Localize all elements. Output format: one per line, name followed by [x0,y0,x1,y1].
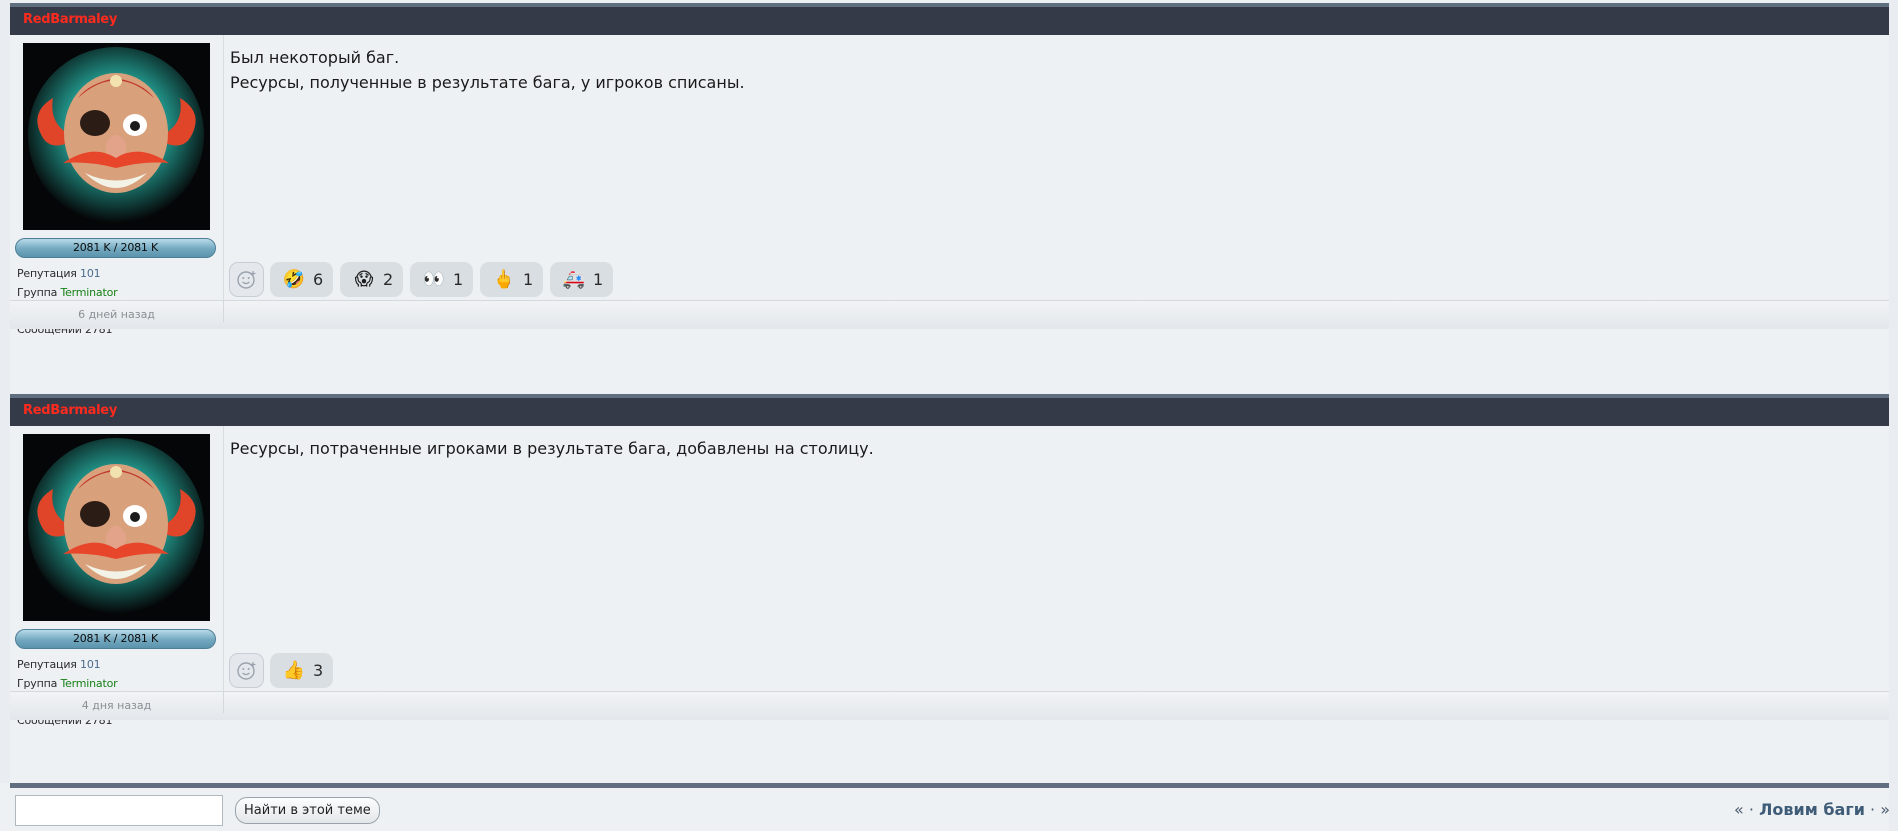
nav-separator: · [1870,800,1876,819]
nav-separator: · [1748,800,1755,819]
forum-link[interactable]: Ловим баги [1759,800,1865,819]
group-label: Группа [17,286,58,299]
author-name[interactable]: RedBarmaley [23,403,117,418]
eyes-emoji-icon: 👀 [422,269,446,290]
group-label: Группа [17,677,58,690]
reaction-chip[interactable]: 👍 3 [270,653,334,688]
smiley-add-icon [236,661,255,680]
hp-text: 2081 K / 2081 K [72,241,159,254]
hp-bar: 2081 K / 2081 K [15,629,216,649]
post-text-line: Ресурсы, потраченные игроками в результа… [230,439,874,458]
hp-bar: 2081 K / 2081 K [15,238,216,258]
finger-emoji-icon: 🖕 [492,269,516,290]
post-body: 2081 K / 2081 K Репутация 101 Группа Ter… [10,35,1889,336]
post: RedBarmaley 2081 K / 2081 K Репутация 10… [10,394,1889,727]
ambulance-emoji-icon: 🚑 [562,269,586,290]
post: RedBarmaley 2081 K / 2081 K Репутация 10… [10,3,1889,336]
author-panel: 2081 K / 2081 K Репутация 101 Группа Ter… [10,35,224,336]
group-value: Terminator [60,677,118,690]
topic-search-input[interactable] [15,795,223,826]
bottom-divider [10,783,1889,788]
reaction-chip[interactable]: 👀 1 [410,262,474,297]
post-body: 2081 K / 2081 K Репутация 101 Группа Ter… [10,426,1889,727]
reputation-row: Репутация 101 [17,264,117,283]
post-content: Ресурсы, потраченные игроками в результа… [230,436,1879,461]
reputation-row: Репутация 101 [17,655,117,674]
reaction-chip[interactable]: 🚑 1 [550,262,614,297]
add-reaction-button[interactable] [229,653,264,688]
reputation-label: Репутация [17,267,77,280]
search-in-topic-button[interactable]: Найти в этой теме [235,797,380,824]
reaction-count: 2 [383,270,394,289]
reputation-value[interactable]: 101 [80,658,101,671]
reputation-label: Репутация [17,658,77,671]
post-content: Был некоторый баг. Ресурсы, полученные в… [230,45,1879,95]
reputation-value[interactable]: 101 [80,267,101,280]
next-topic-link[interactable]: » [1880,800,1890,819]
post-footer: 6 дней назад [10,300,1889,329]
reaction-chip[interactable]: 🖕 1 [480,262,544,297]
reaction-chip[interactable]: 😱 2 [340,262,404,297]
smiley-add-icon [236,270,255,289]
scream-emoji-icon: 😱 [354,269,374,290]
post-date[interactable]: 4 дня назад [10,692,224,713]
rofl-emoji-icon: 🤣 [282,269,306,290]
thumbs-up-emoji-icon: 👍 [282,660,306,681]
post-text-line: Был некоторый баг. [230,48,400,67]
post-text-line: Ресурсы, полученные в результате бага, у… [230,73,745,92]
add-reaction-button[interactable] [229,262,264,297]
post-footer: 4 дня назад [10,691,1889,720]
reaction-count: 1 [523,270,534,289]
reaction-chip[interactable]: 🤣 6 [270,262,334,297]
reaction-count: 1 [593,270,604,289]
post-date[interactable]: 6 дней назад [10,301,224,322]
author-name[interactable]: RedBarmaley [23,12,117,27]
group-value: Terminator [60,286,118,299]
hp-text: 2081 K / 2081 K [72,632,159,645]
author-panel: 2081 K / 2081 K Репутация 101 Группа Ter… [10,426,224,727]
reaction-count: 6 [313,270,324,289]
reaction-count: 1 [453,270,464,289]
prev-topic-link[interactable]: « [1734,800,1744,819]
avatar[interactable] [23,43,210,230]
topic-navigation: « · Ловим баги · » [1734,800,1890,819]
reaction-count: 3 [313,661,324,680]
topic-page: RedBarmaley 2081 K / 2081 K Репутация 10… [10,0,1889,831]
post-header: RedBarmaley [10,398,1889,426]
avatar[interactable] [23,434,210,621]
post-header: RedBarmaley [10,7,1889,35]
